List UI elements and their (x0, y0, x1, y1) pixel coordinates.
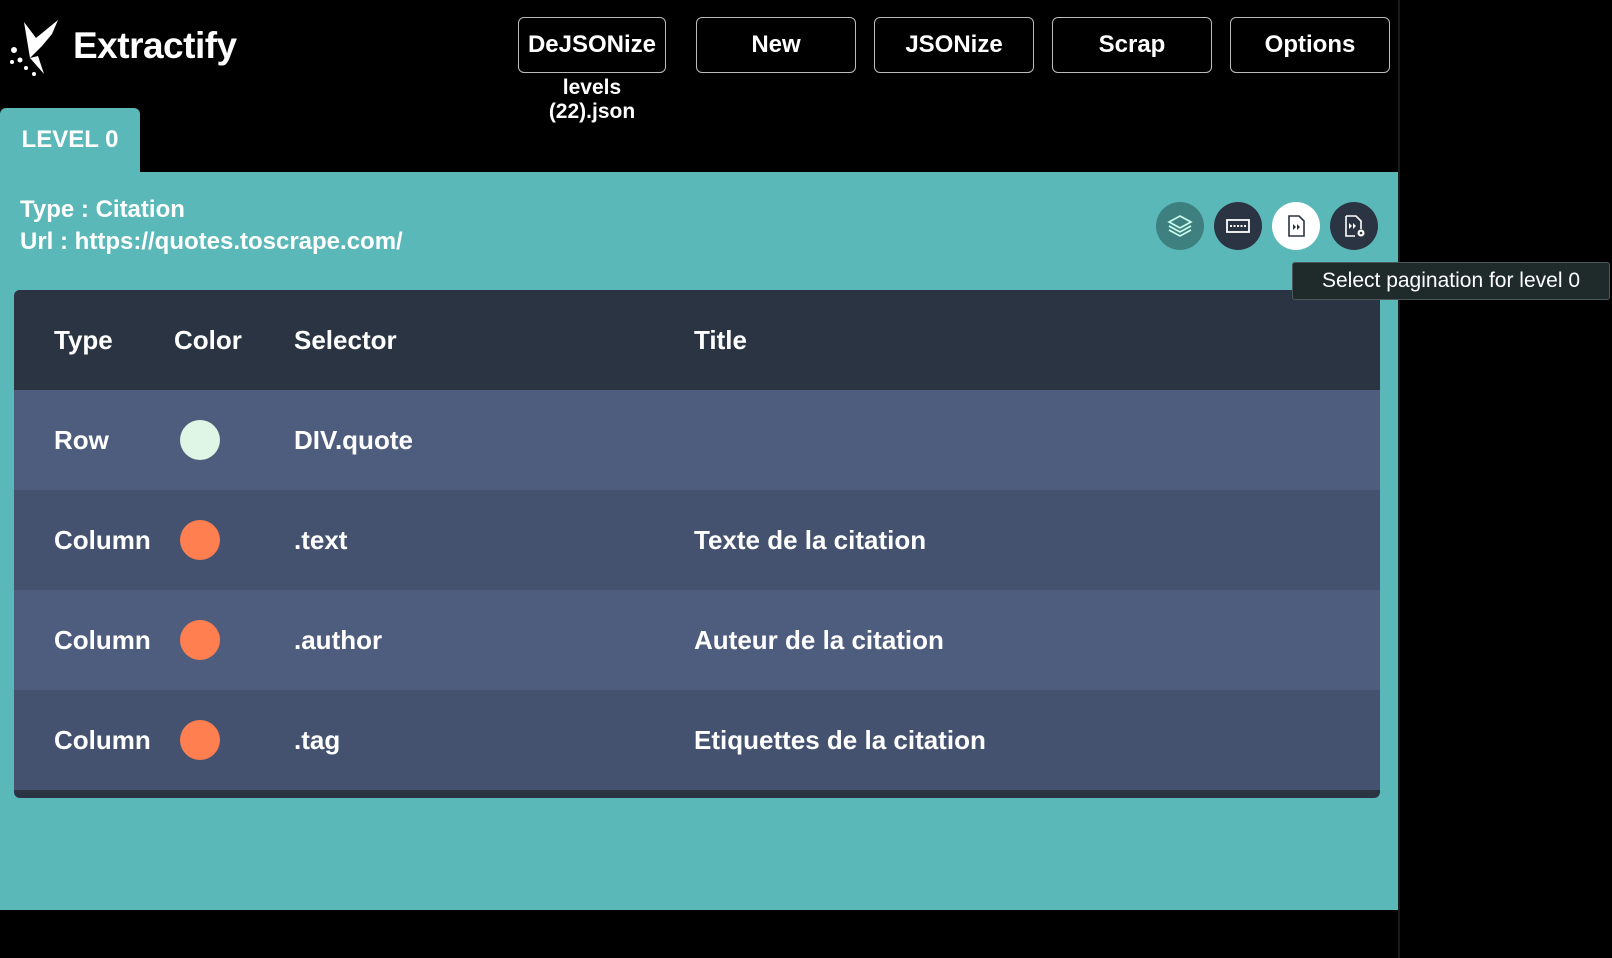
cell-title: Auteur de la citation (694, 624, 944, 655)
app-title: Extractify (73, 25, 237, 66)
url-value: https://quotes.toscrape.com/ (74, 228, 403, 255)
dejsonize-button[interactable]: DeJSONize (518, 17, 666, 73)
header-title[interactable]: Title (694, 290, 747, 390)
type-label: Type : (20, 196, 96, 223)
cell-selector: .author (294, 624, 383, 655)
pagination-settings-icon (1345, 215, 1365, 237)
cell-selector: .tag (294, 724, 341, 755)
table-row[interactable]: Row DIV.quote (14, 390, 1380, 490)
row-select-button[interactable] (1214, 202, 1262, 250)
logo: Extractify (8, 16, 237, 76)
table-row[interactable]: Column .text Texte de la citation (14, 490, 1380, 590)
comet-logo-icon (10, 20, 58, 76)
app-window: Extractify DeJSONize levels (22).json Ne… (0, 0, 1400, 958)
cell-color[interactable] (180, 490, 220, 590)
layers-button[interactable] (1156, 202, 1204, 250)
selectors-table: Type Color Selector Title Row DIV.quote … (14, 290, 1380, 798)
header-color[interactable]: Color (174, 290, 242, 390)
color-swatch[interactable] (180, 720, 220, 760)
color-swatch[interactable] (180, 520, 220, 560)
cell-selector: .text (294, 524, 348, 555)
layers-icon (1167, 215, 1193, 237)
scrap-button[interactable]: Scrap (1052, 17, 1212, 73)
type-value: Citation (95, 196, 185, 223)
color-swatch[interactable] (180, 420, 220, 460)
options-button[interactable]: Options (1230, 17, 1390, 73)
cell-color[interactable] (180, 590, 220, 690)
cell-title: Texte de la citation (694, 524, 927, 555)
cell-color[interactable] (180, 390, 220, 490)
level-panel: Type : Citation Url : https://quotes.tos… (0, 172, 1400, 910)
row-select-icon (1226, 219, 1250, 233)
pagination-button[interactable] (1272, 202, 1320, 250)
level-info: Type : Citation Url : https://quotes.tos… (20, 194, 403, 258)
cell-type: Column (54, 724, 151, 755)
color-swatch[interactable] (180, 620, 220, 660)
header-type[interactable]: Type (54, 290, 113, 390)
loaded-filename: levels (22).json (548, 76, 636, 123)
cell-type: Row (54, 424, 109, 455)
url-label: Url : (20, 228, 75, 255)
jsonize-button[interactable]: JSONize (874, 17, 1034, 73)
cell-color[interactable] (180, 690, 220, 790)
header-selector[interactable]: Selector (294, 290, 397, 390)
table-row[interactable]: Column .author Auteur de la citation (14, 590, 1380, 690)
tab-level-0[interactable]: LEVEL 0 (0, 108, 140, 172)
new-button[interactable]: New (696, 17, 856, 73)
table-row[interactable]: Column .tag Etiquettes de la citation (14, 690, 1380, 790)
pagination-tooltip: Select pagination for level 0 (1292, 262, 1610, 300)
pagination-settings-button[interactable] (1330, 202, 1378, 250)
pagination-icon (1288, 215, 1305, 237)
table-header: Type Color Selector Title (14, 290, 1380, 390)
footer-bar (0, 910, 1400, 958)
window-edge (1398, 0, 1400, 958)
cell-title: Etiquettes de la citation (694, 724, 986, 755)
cell-type: Column (54, 624, 151, 655)
cell-type: Column (54, 524, 151, 555)
cell-selector: DIV.quote (294, 424, 413, 455)
